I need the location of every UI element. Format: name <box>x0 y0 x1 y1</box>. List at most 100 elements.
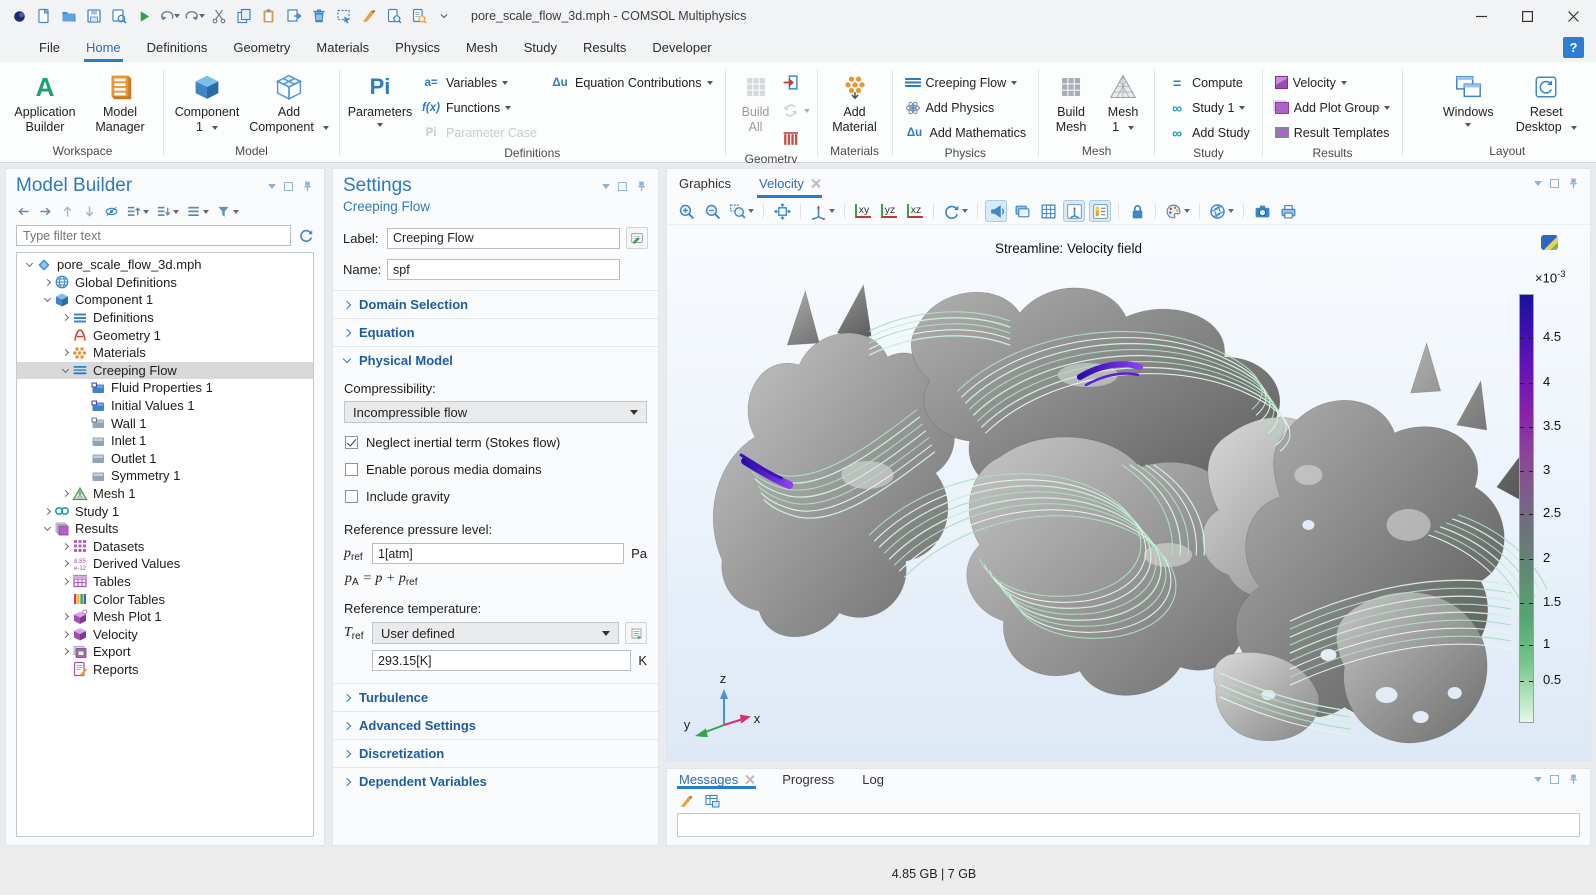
delete-button[interactable] <box>308 4 330 28</box>
remove-details-button[interactable] <box>782 127 810 150</box>
select-box-button[interactable] <box>333 4 355 28</box>
expand-all-button[interactable] <box>156 204 179 219</box>
name-input[interactable] <box>387 259 620 280</box>
add-mathematics-button[interactable]: Δu Add Mathematics <box>900 121 1032 144</box>
mesh1-button[interactable]: Mesh 1 <box>1099 67 1147 135</box>
parameters-button[interactable]: Pi Parameters <box>347 67 413 127</box>
functions-button[interactable]: f(x) Functions <box>416 96 542 119</box>
menu-physics[interactable]: Physics <box>382 32 453 62</box>
tree-item-mesh-plot1[interactable]: Mesh Plot 1 <box>17 608 313 626</box>
tree-item-datasets[interactable]: Datasets <box>17 538 313 556</box>
tab-graphics[interactable]: Graphics <box>679 169 731 198</box>
component1-button[interactable]: Component 1 <box>171 67 243 135</box>
chevron-right-icon[interactable] <box>59 315 72 320</box>
open-button[interactable] <box>58 4 80 28</box>
duplicate-button[interactable] <box>283 4 305 28</box>
import-temperature-icon[interactable] <box>625 622 647 644</box>
tree-item-definitions[interactable]: Definitions <box>17 309 313 327</box>
add-material-button[interactable]: Add Material <box>825 67 885 135</box>
undo-button[interactable] <box>158 4 180 28</box>
section-physical-model[interactable]: Physical Model <box>333 346 658 374</box>
panel-menu-icon[interactable] <box>1534 777 1542 782</box>
panel-menu-icon[interactable] <box>1534 181 1542 186</box>
tree-item-creeping-flow[interactable]: Creeping Flow <box>17 362 313 380</box>
model-manager-button[interactable]: Model Manager <box>84 67 156 135</box>
collapse-all-button[interactable] <box>126 204 149 219</box>
run-button[interactable] <box>133 4 155 28</box>
view-xz-button[interactable]: xz <box>904 200 926 222</box>
environment-reflections-button[interactable] <box>1207 200 1236 222</box>
velocity-plot-dropdown[interactable]: Velocity <box>1270 71 1395 94</box>
graphics-canvas[interactable]: Streamline: Velocity field ×10-3 4.5 4 <box>667 225 1590 760</box>
result-templates-button[interactable]: Result Templates <box>1270 121 1395 144</box>
tree-item-outlet1[interactable]: Outlet 1 <box>17 450 313 468</box>
move-down-icon[interactable] <box>82 204 97 219</box>
section-advanced-settings[interactable]: Advanced Settings <box>333 711 658 739</box>
menu-mesh[interactable]: Mesh <box>453 32 511 62</box>
menu-file[interactable]: File <box>26 32 73 62</box>
tab-velocity[interactable]: Velocity <box>759 169 820 198</box>
help-button[interactable]: ? <box>1563 37 1584 58</box>
tree-item-export[interactable]: Export <box>17 643 313 661</box>
tree-item-results[interactable]: Results <box>17 520 313 538</box>
porous-media-checkbox[interactable]: Enable porous media domains <box>345 462 646 477</box>
scene-light-button[interactable] <box>985 200 1007 222</box>
refresh-icon[interactable] <box>298 228 314 244</box>
tree-item-fluid-properties1[interactable]: Fluid Properties 1 <box>17 379 313 397</box>
label-input[interactable] <box>387 228 620 249</box>
compute-button[interactable]: = Compute <box>1162 71 1255 94</box>
plot-thumbnail-icon[interactable] <box>1541 235 1558 250</box>
chevron-right-icon[interactable] <box>59 614 72 619</box>
tab-messages[interactable]: Messages <box>679 769 754 789</box>
image-snapshot-button[interactable] <box>1251 200 1273 222</box>
parameter-case-button[interactable]: Pi Parameter Case <box>416 121 542 144</box>
chevron-right-icon[interactable] <box>59 579 72 584</box>
float-panel-icon[interactable] <box>618 182 627 191</box>
pin-icon[interactable] <box>1567 773 1580 786</box>
section-equation[interactable]: Equation <box>333 318 658 346</box>
tree-item-tables[interactable]: Tables <box>17 573 313 591</box>
open-table-icon[interactable] <box>704 793 720 809</box>
pin-icon[interactable] <box>1567 177 1580 190</box>
float-panel-icon[interactable] <box>284 182 293 191</box>
equation-contributions-button[interactable]: Δu Equation Contributions <box>545 71 717 94</box>
build-all-button[interactable]: Build All <box>733 67 779 135</box>
tab-log[interactable]: Log <box>862 769 884 789</box>
application-builder-button[interactable]: A Application Builder <box>9 67 81 135</box>
plot-settings-button[interactable] <box>1063 200 1085 222</box>
temperature-input[interactable] <box>372 650 631 671</box>
tree-item-geometry1[interactable]: Geometry 1 <box>17 326 313 344</box>
filter-input[interactable] <box>16 225 291 246</box>
tref-select[interactable]: User defined <box>372 622 619 644</box>
go-to-view-button[interactable] <box>808 200 837 222</box>
tree-item-reports[interactable]: Reports <box>17 661 313 679</box>
section-dependent-variables[interactable]: Dependent Variables <box>333 767 658 795</box>
add-plot-group-button[interactable]: Add Plot Group <box>1270 96 1395 119</box>
chevron-right-icon[interactable] <box>59 561 72 566</box>
section-discretization[interactable]: Discretization <box>333 739 658 767</box>
rebuild-button[interactable] <box>782 99 810 122</box>
chevron-down-icon[interactable] <box>23 263 36 266</box>
color-legend-button[interactable] <box>1089 200 1111 222</box>
view-xy-button[interactable]: xy <box>852 200 874 222</box>
preview-button[interactable] <box>383 4 405 28</box>
menu-materials[interactable]: Materials <box>303 32 382 62</box>
back-icon[interactable] <box>16 204 31 219</box>
section-turbulence[interactable]: Turbulence <box>333 683 658 711</box>
windows-button[interactable]: Windows <box>1436 67 1500 127</box>
study1-dropdown[interactable]: ∞ Study 1 <box>1162 96 1255 119</box>
tree-item-study1[interactable]: Study 1 <box>17 502 313 520</box>
environment-button[interactable] <box>1011 200 1033 222</box>
maximize-button[interactable] <box>1504 0 1550 32</box>
pref-input[interactable] <box>372 543 624 564</box>
zoom-extents-button[interactable] <box>771 200 793 222</box>
tree-item-symmetry1[interactable]: Symmetry 1 <box>17 467 313 485</box>
menu-definitions[interactable]: Definitions <box>134 32 221 62</box>
menu-geometry[interactable]: Geometry <box>220 32 303 62</box>
show-hide-icon[interactable] <box>104 204 119 219</box>
view-yz-button[interactable]: yz <box>878 200 900 222</box>
chevron-right-icon[interactable] <box>59 491 72 496</box>
chevron-down-icon[interactable] <box>41 298 54 301</box>
rename-icon[interactable] <box>626 227 648 249</box>
rotate-button[interactable] <box>941 200 970 222</box>
